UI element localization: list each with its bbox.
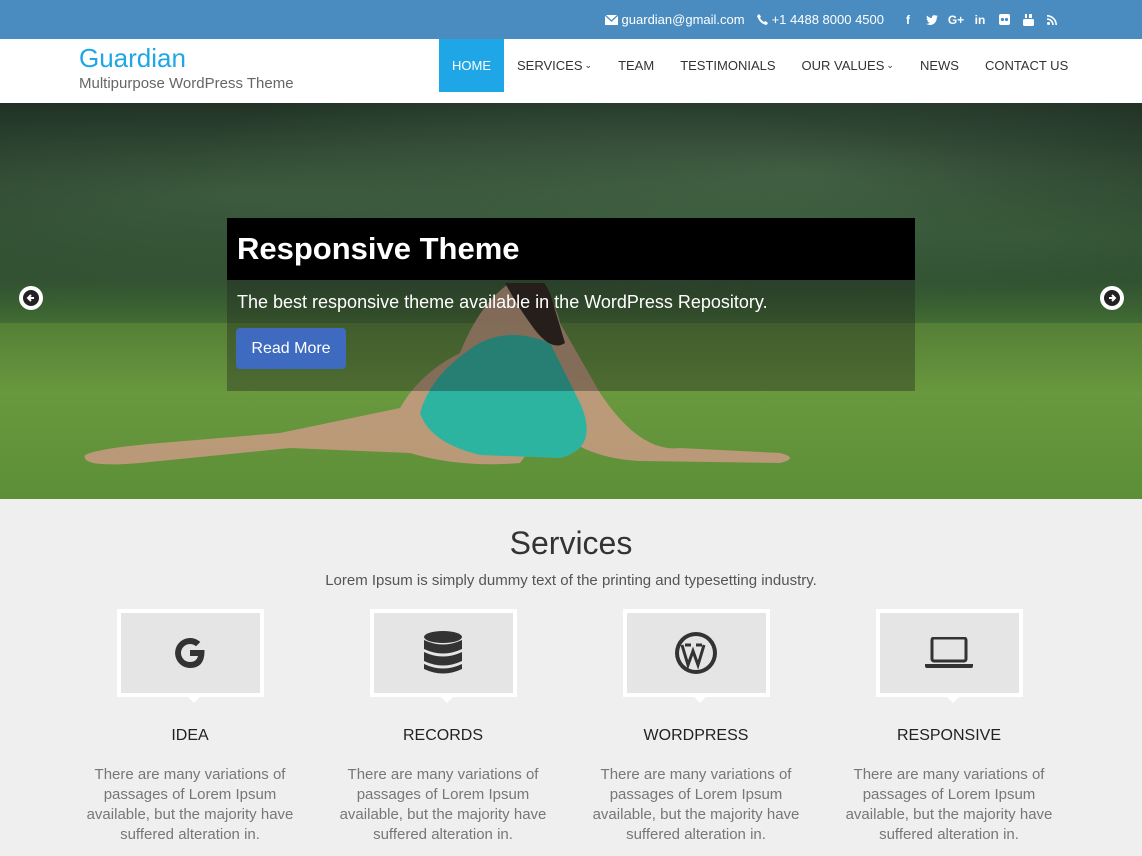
nav-item-team[interactable]: TEAM xyxy=(605,39,667,92)
services-subtitle: Lorem Ipsum is simply dummy text of the … xyxy=(325,572,817,589)
nav-our-values-label: OUR VALUES xyxy=(801,58,885,73)
hero-heading-bar: Responsive Theme xyxy=(227,218,915,280)
twitter-icon[interactable] xyxy=(920,14,944,25)
service-icon-box xyxy=(875,609,1023,703)
site-logo[interactable]: Guardian Multipurpose WordPress Theme xyxy=(79,43,294,92)
nav-item-home[interactable]: HOME xyxy=(439,39,504,92)
site-header: Guardian Multipurpose WordPress Theme HO… xyxy=(0,39,1142,103)
service-description: There are many variations of passages of… xyxy=(592,766,800,843)
service-name: WORDPRESS xyxy=(643,727,749,744)
service-name: RECORDS xyxy=(402,727,483,744)
service-name: RESPONSIVE xyxy=(896,727,1002,744)
service-description: There are many variations of passages of… xyxy=(845,766,1053,843)
nav-services-label: SERVICES xyxy=(517,58,583,73)
database-icon xyxy=(424,631,462,674)
services-title: Services xyxy=(509,525,633,561)
main-nav: HOME SERVICES ⌄ TEAM TESTIMONIALS OUR VAL… xyxy=(439,39,1081,92)
arrow-right-icon xyxy=(1104,290,1120,306)
phone-icon xyxy=(756,14,768,25)
hero-caption: Responsive Theme The best responsive the… xyxy=(227,218,915,391)
service-card-idea: IDEA There are many variations of passag… xyxy=(80,609,300,845)
service-description: There are many variations of passages of… xyxy=(86,766,294,843)
slider-next-button[interactable] xyxy=(1100,286,1124,310)
nav-item-our-values[interactable]: OUR VALUES ⌄ xyxy=(789,39,907,92)
top-bar: guardian@gmail.com +1 4488 8000 4500 f G… xyxy=(0,0,1142,39)
service-name: IDEA xyxy=(171,727,209,744)
chevron-down-icon: ⌄ xyxy=(584,60,593,70)
rss-icon[interactable] xyxy=(1040,14,1064,25)
hero-description: The best responsive theme available in t… xyxy=(237,292,768,312)
nav-team-label: TEAM xyxy=(618,58,655,73)
phone-contact[interactable]: +1 4488 8000 4500 xyxy=(756,12,884,27)
laptop-icon xyxy=(925,637,973,668)
service-icon-box xyxy=(116,609,264,703)
site-tagline: Multipurpose WordPress Theme xyxy=(79,75,294,92)
google-icon xyxy=(175,638,205,668)
service-description: There are many variations of passages of… xyxy=(339,766,547,843)
slider-prev-button[interactable] xyxy=(19,286,43,310)
nav-testimonials-label: TESTIMONIALS xyxy=(680,58,776,73)
service-card-records: RECORDS There are many variations of pas… xyxy=(333,609,553,845)
nav-item-services[interactable]: SERVICES ⌄ xyxy=(504,39,605,92)
services-section: Services Lorem Ipsum is simply dummy tex… xyxy=(0,499,1142,856)
nav-item-testimonials[interactable]: TESTIMONIALS xyxy=(667,39,788,92)
site-title[interactable]: Guardian xyxy=(79,43,294,73)
service-card-responsive: RESPONSIVE There are many variations of … xyxy=(839,609,1059,845)
hero-heading: Responsive Theme xyxy=(237,231,520,266)
hero-slider: Responsive Theme The best responsive the… xyxy=(0,103,1142,499)
email-contact[interactable]: guardian@gmail.com xyxy=(604,12,745,27)
nav-news-label: NEWS xyxy=(919,58,959,73)
service-icon-box xyxy=(369,609,517,703)
social-links: f G+ in xyxy=(896,13,1064,27)
youtube-icon[interactable] xyxy=(1016,13,1040,26)
linkedin-icon[interactable]: in xyxy=(968,13,992,27)
service-card-wordpress: WORDPRESS There are many variations of p… xyxy=(586,609,806,845)
nav-item-contact[interactable]: CONTACT US xyxy=(972,39,1081,92)
envelope-icon xyxy=(604,14,618,25)
nav-item-news[interactable]: NEWS xyxy=(907,39,972,92)
read-more-button[interactable]: Read More xyxy=(236,328,346,369)
nav-home-label: HOME xyxy=(452,58,491,73)
service-icon-box xyxy=(622,609,770,703)
flickr-icon[interactable] xyxy=(992,14,1016,25)
chevron-down-icon: ⌄ xyxy=(886,60,894,70)
email-text: guardian@gmail.com xyxy=(621,12,745,27)
arrow-left-icon xyxy=(23,290,39,306)
wordpress-icon xyxy=(675,632,717,674)
phone-text: +1 4488 8000 4500 xyxy=(771,12,884,27)
nav-contact-label: CONTACT US xyxy=(984,58,1069,73)
facebook-icon[interactable]: f xyxy=(896,13,920,27)
google-plus-icon[interactable]: G+ xyxy=(944,13,968,27)
